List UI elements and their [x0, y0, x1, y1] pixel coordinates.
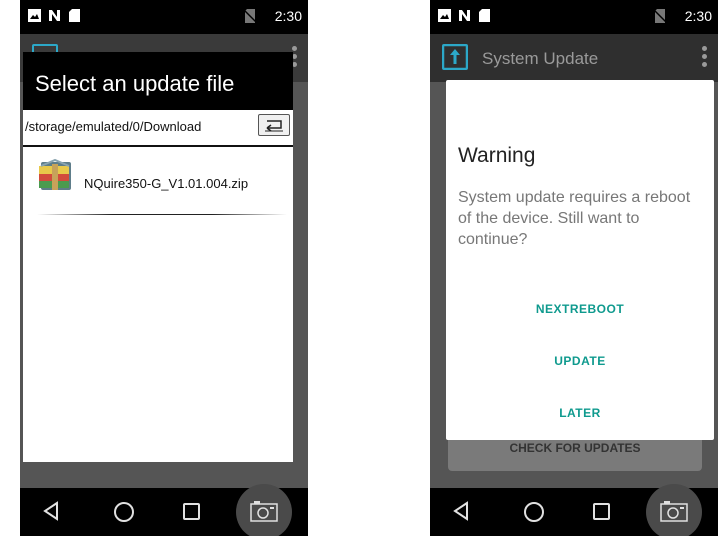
update-button[interactable]: UPDATE: [446, 354, 714, 368]
home-icon[interactable]: [524, 502, 544, 522]
overflow-menu-icon[interactable]: [702, 46, 708, 70]
dialog-title-bar: Select an update file: [23, 52, 293, 110]
phone-screen-file-select: 2:30 System Update Select an update file…: [20, 0, 308, 536]
file-list-item[interactable]: NQuire350-G_V1.01.004.zip: [23, 148, 293, 214]
warning-dialog: Warning System update requires a reboot …: [446, 80, 714, 440]
no-sim-icon: [654, 9, 666, 23]
next-reboot-button[interactable]: NEXTREBOOT: [446, 302, 714, 316]
file-select-dialog: Select an update file /storage/emulated/…: [23, 52, 293, 462]
status-time: 2:30: [274, 8, 302, 24]
dialog-title: Select an update file: [35, 71, 235, 96]
return-arrow-icon: [265, 120, 283, 132]
dialog-message: System update requires a reboot of the d…: [458, 189, 691, 248]
back-icon[interactable]: [452, 501, 470, 521]
recent-apps-icon[interactable]: [593, 503, 610, 520]
app-bar: System Update: [430, 34, 718, 82]
camera-icon: [660, 501, 688, 522]
image-notification-icon: [438, 9, 451, 22]
divider: [37, 214, 287, 215]
status-bar: 2:30: [20, 0, 308, 34]
home-icon[interactable]: [114, 502, 134, 522]
recent-apps-icon[interactable]: [183, 503, 200, 520]
sd-card-icon: [479, 9, 490, 22]
camera-icon: [250, 501, 278, 522]
no-sim-icon: [244, 9, 256, 23]
later-button[interactable]: LATER: [446, 406, 714, 420]
system-update-icon: [442, 44, 468, 70]
nfc-icon: [49, 10, 60, 21]
nfc-icon: [459, 10, 470, 21]
phone-screen-warning: 2:30 System Update CHECK FOR UPDATES War…: [430, 0, 718, 536]
back-icon[interactable]: [42, 501, 60, 521]
divider: [23, 145, 293, 147]
app-title: System Update: [482, 49, 599, 68]
file-name: NQuire350-G_V1.01.004.zip: [84, 176, 249, 191]
status-time: 2:30: [684, 8, 712, 24]
image-notification-icon: [28, 9, 41, 22]
current-path: /storage/emulated/0/Download: [25, 119, 202, 134]
sd-card-icon: [69, 9, 80, 22]
parent-folder-button[interactable]: [258, 114, 290, 136]
dialog-title: Warning: [458, 144, 536, 167]
archive-file-icon: [39, 158, 71, 190]
status-bar: 2:30: [430, 0, 718, 34]
